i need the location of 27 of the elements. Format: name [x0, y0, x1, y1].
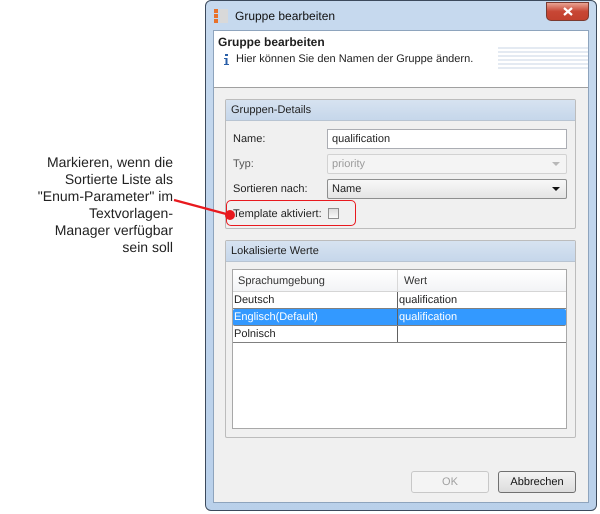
column-header[interactable]: Wert	[398, 270, 566, 291]
table-row[interactable]: Polnisch	[233, 326, 566, 343]
caret-icon	[552, 162, 560, 166]
callout-text: Markieren, wenn die Sortierte Liste als "Enum-Parameter" im Textvorlagen- Manager verfügbar sein soll	[36, 154, 173, 256]
table-cell-text: qualification	[398, 310, 458, 325]
group-title: Gruppen-Details	[226, 100, 575, 121]
table-cell: Englisch(Default)	[233, 309, 398, 325]
header-title: Gruppe bearbeiten	[218, 35, 325, 49]
field-label: Typ:	[233, 158, 255, 170]
dropdown[interactable]: Name	[327, 178, 567, 198]
window-title: Gruppe bearbeiten	[235, 8, 336, 22]
checkbox[interactable]	[328, 208, 339, 219]
name-field[interactable]: qualification	[327, 128, 567, 148]
caret-icon	[552, 186, 560, 190]
close-icon	[562, 7, 572, 16]
close-button[interactable]	[546, 2, 589, 21]
field-label: Sortieren nach:	[233, 182, 309, 194]
column-header[interactable]: Sprachumgebung	[233, 270, 398, 291]
table-cell-text: qualification	[398, 293, 458, 308]
dialog-button[interactable]: Abbrechen	[498, 471, 576, 493]
table-cell: Polnisch	[233, 326, 398, 342]
field-label: Name:	[233, 132, 266, 144]
info-text: Hier können Sie den Namen der Gruppe ändern.	[236, 53, 474, 65]
table-cell: Deutsch	[233, 292, 398, 308]
app-icon	[213, 8, 229, 24]
group-title: Lokalisierte Werte	[226, 241, 575, 262]
info-icon	[224, 54, 229, 64]
